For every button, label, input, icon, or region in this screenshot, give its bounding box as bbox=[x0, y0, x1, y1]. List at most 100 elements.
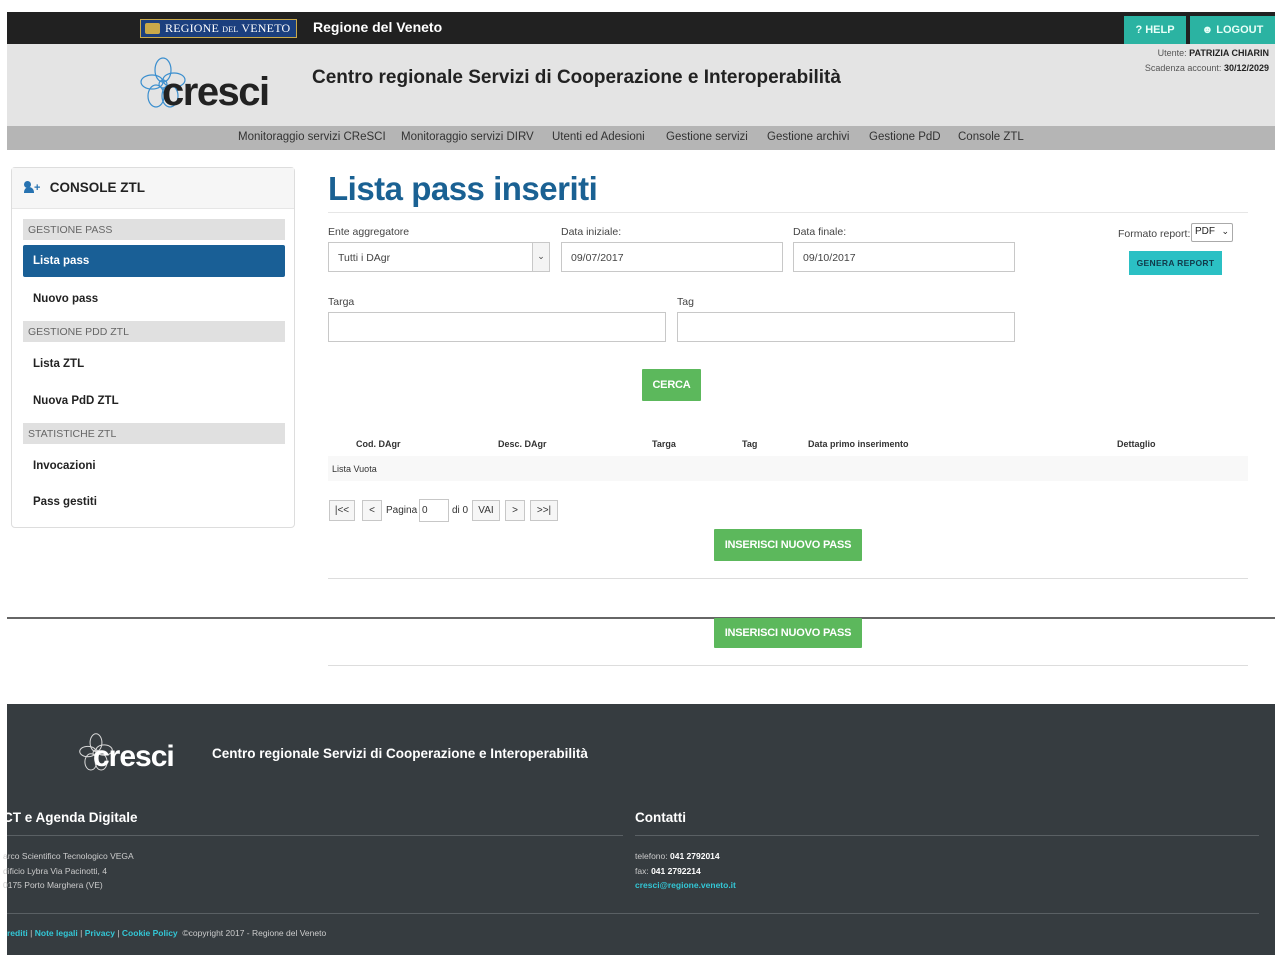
fax-number: 041 2792214 bbox=[651, 865, 701, 876]
cresci-logo[interactable]: cresci bbox=[140, 56, 295, 116]
chevron-down-icon: ⌄ bbox=[1221, 226, 1229, 236]
footer-left-divider bbox=[7, 835, 623, 836]
column-header-cod-dagr[interactable]: Cod. DAgr bbox=[356, 439, 401, 449]
footer-logo-text: cresci bbox=[93, 740, 175, 773]
footer-address-line: dificio Lybra Via Pacinotti, 4 bbox=[3, 865, 107, 876]
sidebar-header: + CONSOLE ZTL bbox=[12, 168, 294, 209]
footer-link-crediti[interactable]: rediti bbox=[7, 928, 28, 938]
footer-bottom-divider bbox=[7, 913, 1259, 914]
column-header-data-primo-inserimento[interactable]: Data primo inserimento bbox=[808, 439, 909, 449]
footer-separator: | bbox=[80, 928, 83, 938]
header: cresci Centro regionale Servizi di Coope… bbox=[7, 44, 1275, 126]
ente-aggregatore-select[interactable]: Tutti i DAgr ⌄ bbox=[328, 242, 550, 272]
footer: cresci Centro regionale Servizi di Coope… bbox=[3, 704, 1275, 955]
main-nav: Monitoraggio servizi CReSCI Monitoraggio… bbox=[7, 126, 1275, 150]
user-icon: ☻ bbox=[1201, 24, 1214, 36]
table-empty-row: Lista Vuota bbox=[328, 456, 1248, 481]
data-finale-input[interactable]: 09/10/2017 bbox=[793, 242, 1015, 272]
logout-button[interactable]: ☻ LOGOUT bbox=[1190, 16, 1275, 44]
footer-separator: | bbox=[30, 928, 33, 938]
data-iniziale-input[interactable]: 09/07/2017 bbox=[561, 242, 783, 272]
sidebar-item-invocazioni[interactable]: Invocazioni bbox=[23, 450, 285, 482]
footer-link-note-legali[interactable]: Note legali bbox=[35, 928, 78, 938]
pager-page-label: Pagina bbox=[386, 505, 418, 516]
sidebar-item-nuovo-pass[interactable]: Nuovo pass bbox=[23, 283, 285, 315]
lion-flag-icon bbox=[145, 23, 160, 34]
sidebar-section-gestione-pass: GESTIONE PASS bbox=[23, 219, 285, 240]
data-iniziale-label: Data iniziale: bbox=[561, 226, 622, 238]
region-title: Regione del Veneto bbox=[313, 19, 443, 35]
top-bar: REGIONE DEL VENETO Regione del Veneto ? … bbox=[7, 12, 1275, 44]
targa-label: Targa bbox=[328, 296, 355, 308]
genera-report-button[interactable]: GENERA REPORT bbox=[1129, 251, 1222, 275]
user-label: Utente: bbox=[1157, 48, 1187, 58]
region-logo-text: REGIONE bbox=[165, 21, 220, 35]
nav-item-gestione-pdd[interactable]: Gestione PdD bbox=[869, 131, 941, 143]
footer-separator: | bbox=[117, 928, 120, 938]
footer-left-heading: CT e Agenda Digitale bbox=[3, 810, 138, 825]
nav-item-gestione-archivi[interactable]: Gestione archivi bbox=[767, 131, 849, 143]
user-name: PATRIZIA CHIARIN bbox=[1189, 48, 1269, 58]
add-user-icon: + bbox=[24, 181, 40, 194]
footer-contacts: telefono: 041 2792014 fax: 041 2792214 c… bbox=[635, 849, 736, 893]
header-title: Centro regionale Servizi di Cooperazione… bbox=[312, 67, 841, 88]
pager-go-button[interactable]: VAI bbox=[472, 500, 500, 521]
title-divider bbox=[328, 212, 1248, 213]
help-button[interactable]: ? HELP bbox=[1124, 16, 1186, 44]
sidebar-item-lista-pass[interactable]: Lista pass bbox=[23, 245, 285, 277]
tag-input[interactable] bbox=[677, 312, 1015, 342]
formato-report-label: Formato report: bbox=[1118, 228, 1191, 240]
footer-title: Centro regionale Servizi di Cooperazione… bbox=[212, 746, 588, 761]
region-logo-end-text: VENETO bbox=[241, 21, 291, 35]
column-header-tag[interactable]: Tag bbox=[742, 439, 757, 449]
inserisci-nuovo-pass-button[interactable]: INSERISCI NUOVO PASS bbox=[714, 529, 862, 561]
nav-item-console-ztl[interactable]: Console ZTL bbox=[958, 131, 1024, 143]
sidebar-item-pass-gestiti[interactable]: Pass gestiti bbox=[23, 486, 285, 518]
targa-input[interactable] bbox=[328, 312, 666, 342]
column-header-desc-dagr[interactable]: Desc. DAgr bbox=[498, 439, 547, 449]
fax-label: fax: bbox=[635, 865, 649, 876]
nav-item-monitoraggio-dirv[interactable]: Monitoraggio servizi DIRV bbox=[401, 131, 534, 143]
footer-link-cookie-policy[interactable]: Cookie Policy bbox=[122, 928, 178, 938]
expiry-label: Scadenza account: bbox=[1144, 63, 1222, 73]
nav-item-utenti-adesioni[interactable]: Utenti ed Adesioni bbox=[552, 131, 645, 143]
footer-link-privacy[interactable]: Privacy bbox=[85, 928, 115, 938]
column-header-dettaglio[interactable]: Dettaglio bbox=[1117, 439, 1156, 449]
column-header-targa[interactable]: Targa bbox=[652, 439, 676, 449]
sidebar-item-nuova-pdd-ztl[interactable]: Nuova PdD ZTL bbox=[23, 385, 285, 417]
sidebar-item-lista-ztl[interactable]: Lista ZTL bbox=[23, 348, 285, 380]
page-title: Lista pass inseriti bbox=[328, 170, 598, 207]
nav-item-gestione-servizi[interactable]: Gestione servizi bbox=[666, 131, 748, 143]
bottom-divider bbox=[328, 665, 1248, 666]
sidebar-section-statistiche-ztl: STATISTICHE ZTL bbox=[23, 423, 285, 444]
email-link[interactable]: cresci@regione.veneto.it bbox=[635, 878, 736, 893]
pager-page-input[interactable]: 0 bbox=[419, 499, 449, 522]
tag-label: Tag bbox=[677, 296, 694, 308]
footer-address-line: arco Scientifico Tecnologico VEGA bbox=[3, 851, 134, 861]
expiry-date: 30/12/2029 bbox=[1223, 63, 1269, 73]
footer-links: rediti | Note legali | Privacy | Cookie … bbox=[7, 928, 326, 938]
formato-report-value: PDF bbox=[1195, 226, 1215, 237]
ente-aggregatore-value: Tutti i DAgr bbox=[338, 252, 391, 264]
pager-prev-button[interactable]: < bbox=[362, 500, 382, 521]
footer-address-line: 0175 Porto Marghera (VE) bbox=[3, 880, 103, 890]
pager-first-button[interactable]: |<< bbox=[329, 500, 355, 521]
formato-report-select[interactable]: PDF ⌄ bbox=[1191, 223, 1233, 242]
footer-right-divider bbox=[635, 835, 1259, 836]
cerca-button[interactable]: CERCA bbox=[642, 369, 701, 401]
data-finale-label: Data finale: bbox=[793, 226, 847, 238]
pager-next-button[interactable]: > bbox=[505, 500, 525, 521]
section-divider bbox=[7, 617, 1275, 619]
footer-address: arco Scientifico Tecnologico VEGA difici… bbox=[3, 849, 134, 893]
pager-last-button[interactable]: >>| bbox=[530, 500, 558, 521]
footer-cresci-logo[interactable]: cresci bbox=[79, 732, 194, 776]
logout-label: LOGOUT bbox=[1216, 24, 1264, 36]
chevron-down-icon: ⌄ bbox=[532, 243, 549, 271]
inserisci-nuovo-pass-button-bottom[interactable]: INSERISCI NUOVO PASS bbox=[714, 618, 862, 648]
phone-number: 041 2792014 bbox=[670, 851, 720, 861]
cresci-logo-text: cresci bbox=[162, 70, 270, 114]
region-logo-small-text: DEL bbox=[222, 25, 239, 34]
nav-item-monitoraggio-cresci[interactable]: Monitoraggio servizi CReSCI bbox=[238, 131, 386, 143]
regione-veneto-logo[interactable]: REGIONE DEL VENETO bbox=[140, 19, 298, 38]
page: REGIONE DEL VENETO Regione del Veneto ? … bbox=[0, 0, 1281, 955]
